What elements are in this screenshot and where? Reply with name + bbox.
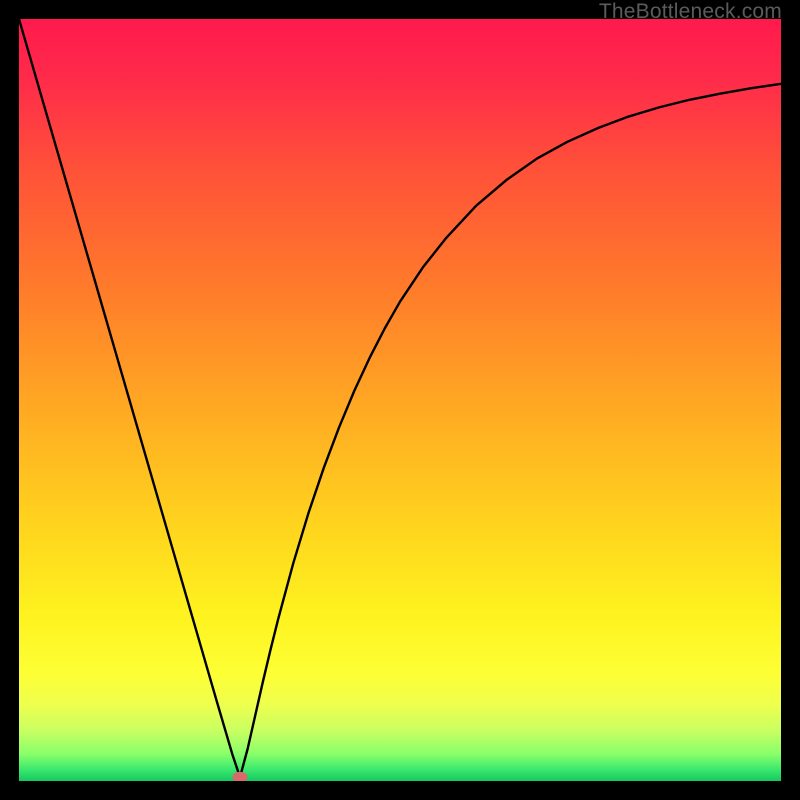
chart-frame: TheBottleneck.com: [0, 0, 800, 800]
chart-svg: [19, 19, 781, 781]
plot-area: [19, 19, 781, 781]
gradient-background: [19, 19, 781, 781]
watermark-text: TheBottleneck.com: [599, 0, 782, 24]
